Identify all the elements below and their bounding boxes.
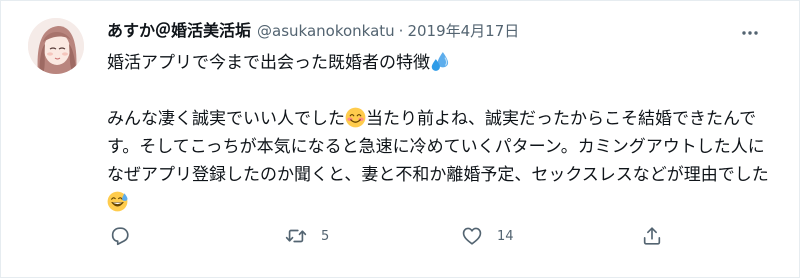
tweet-text-paragraph-2: みんな凄く誠実でいい人でした 当たり前よね、誠実だったからこそ結婚できたんです。そ…	[107, 105, 777, 217]
reply-icon	[111, 227, 129, 246]
tweet-line1-text: 婚活アプリで今まで出会った既婚者の特徴	[107, 53, 430, 73]
retweet-count: 5	[321, 228, 330, 244]
display-name[interactable]: あすか＠婚活美活垢	[107, 17, 251, 41]
more-dots-icon	[742, 31, 758, 35]
like-count: 14	[497, 228, 514, 244]
user-handle[interactable]: @asukanokonkatu	[257, 22, 395, 40]
tweet-header: あすか＠婚活美活垢 @asukanokonkatu · 2019年4月17日	[107, 17, 519, 43]
reply-button[interactable]	[109, 223, 145, 249]
timestamp[interactable]: 2019年4月17日	[407, 20, 519, 41]
grinning-sweat-emoji	[107, 191, 128, 212]
retweet-icon	[285, 229, 307, 243]
avatar-illustration	[28, 18, 84, 74]
more-button[interactable]	[740, 23, 760, 43]
avatar[interactable]	[28, 18, 84, 74]
like-button[interactable]: 14	[461, 223, 514, 249]
tweet-text-part-1: みんな凄く誠実でいい人でした	[107, 109, 345, 129]
header-separator: ·	[398, 22, 404, 40]
heart-icon	[462, 227, 482, 245]
retweet-button[interactable]: 5	[285, 223, 329, 249]
action-bar: 5 14	[1, 223, 800, 249]
smiling-face-emoji	[345, 107, 366, 128]
droplets-emoji	[431, 52, 449, 71]
share-icon	[643, 227, 661, 245]
tweet-text-line-1: 婚活アプリで今まで出会った既婚者の特徴	[107, 49, 777, 77]
tweet-text: 婚活アプリで今まで出会った既婚者の特徴 みんな凄く誠実でいい人でした 当たり前よね…	[107, 49, 777, 217]
tweet-card[interactable]: あすか＠婚活美活垢 @asukanokonkatu · 2019年4月17日 婚…	[0, 0, 800, 278]
share-button[interactable]	[641, 223, 663, 249]
